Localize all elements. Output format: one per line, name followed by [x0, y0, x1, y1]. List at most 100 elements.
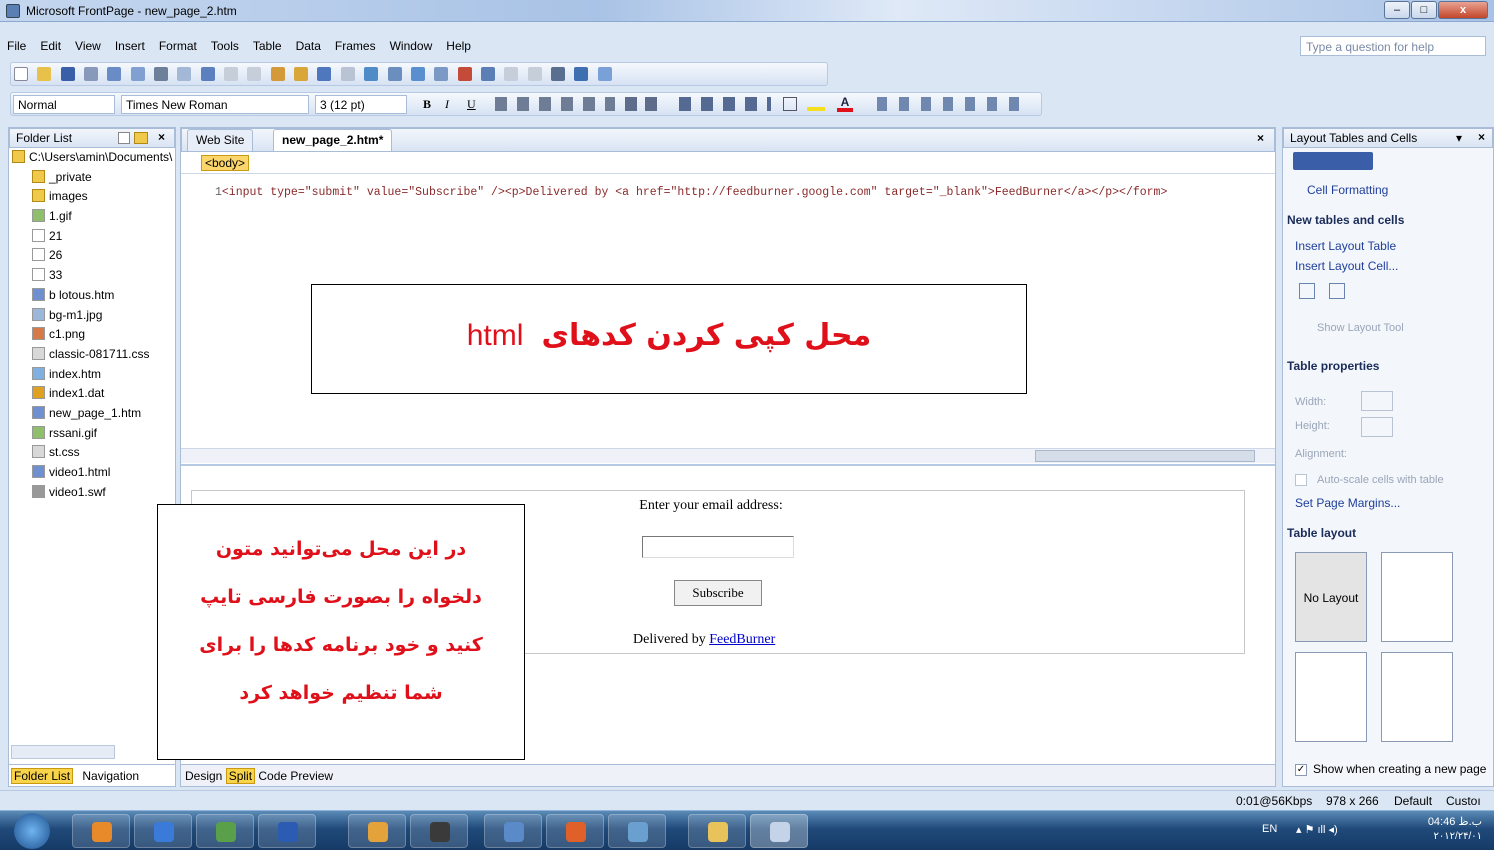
- menu-tools[interactable]: Tools: [204, 36, 246, 53]
- list-item[interactable]: video1.html: [12, 463, 175, 483]
- taskbar-app[interactable]: [72, 814, 130, 848]
- code-horizontal-scrollbar[interactable]: [181, 448, 1275, 463]
- layout-option[interactable]: [1381, 652, 1453, 742]
- refresh-icon[interactable]: [504, 67, 519, 81]
- minimize-button[interactable]: –: [1384, 1, 1410, 19]
- list-item[interactable]: index1.dat: [12, 384, 175, 404]
- redo-icon[interactable]: [340, 67, 355, 81]
- cell-formatting-link[interactable]: Cell Formatting: [1307, 183, 1388, 197]
- close-pane-icon[interactable]: ×: [158, 130, 165, 144]
- direction-icons[interactable]: [877, 97, 1027, 111]
- tab-code[interactable]: Code: [258, 769, 287, 783]
- taskbar-app[interactable]: [134, 814, 192, 848]
- paste-icon[interactable]: [270, 67, 285, 81]
- insert-layout-table-link[interactable]: Insert Layout Table: [1295, 239, 1396, 253]
- insert-picture-icon[interactable]: [434, 67, 449, 81]
- taskbar-app-frontpage[interactable]: [750, 814, 808, 848]
- toggle-pane-icon[interactable]: [130, 67, 145, 81]
- anchor-icon[interactable]: [574, 67, 589, 81]
- tab-web-site[interactable]: Web Site: [187, 129, 254, 151]
- layout-option[interactable]: [1381, 552, 1453, 642]
- cut-icon[interactable]: [224, 67, 239, 81]
- new-page-icon[interactable]: [118, 132, 130, 144]
- tab-navigation[interactable]: Navigation: [82, 769, 139, 783]
- draw-cell-icon[interactable]: [1329, 283, 1345, 299]
- help-icon[interactable]: [597, 67, 612, 81]
- tab-preview[interactable]: Preview: [290, 769, 333, 783]
- draw-table-icon[interactable]: [1299, 283, 1315, 299]
- subscribe-button[interactable]: Subscribe: [674, 580, 762, 606]
- open-icon[interactable]: [37, 67, 52, 81]
- undo-icon[interactable]: [317, 67, 332, 81]
- list-item[interactable]: images: [12, 187, 175, 207]
- taskbar-app[interactable]: [688, 814, 746, 848]
- underline-button[interactable]: U: [467, 97, 476, 112]
- print-icon[interactable]: [154, 67, 169, 81]
- help-search-input[interactable]: Type a question for help: [1300, 36, 1486, 56]
- list-item[interactable]: 33: [12, 266, 175, 286]
- list-item[interactable]: c1.png: [12, 325, 175, 345]
- alignment-icons[interactable]: [495, 97, 615, 111]
- no-layout-option[interactable]: No Layout: [1295, 552, 1367, 642]
- list-item[interactable]: 26: [12, 246, 175, 266]
- list-indent-icons[interactable]: [679, 97, 771, 111]
- taskbar-app[interactable]: [410, 814, 468, 848]
- format-painter-icon[interactable]: [294, 67, 309, 81]
- folder-list-scrollbar[interactable]: [11, 745, 115, 759]
- borders-icon[interactable]: [783, 97, 797, 111]
- set-page-margins-link[interactable]: Set Page Margins...: [1295, 496, 1400, 510]
- tab-design[interactable]: Design: [185, 769, 222, 783]
- font-dropdown[interactable]: Times New Roman: [121, 95, 309, 114]
- clock-time[interactable]: 04:46 ب.ظ: [1410, 815, 1482, 828]
- menu-view[interactable]: View: [68, 36, 108, 53]
- menu-data[interactable]: Data: [289, 36, 328, 53]
- clock-date[interactable]: ۲۰۱۲/۲۴/۰۱: [1410, 831, 1482, 842]
- tab-folder-list[interactable]: Folder List: [11, 768, 74, 784]
- code-view[interactable]: 1<input type="submit" value="Subscribe" …: [181, 180, 1275, 476]
- feedburner-link[interactable]: FeedBurner: [709, 632, 775, 647]
- autoscale-checkbox[interactable]: [1295, 474, 1307, 486]
- close-button[interactable]: x: [1438, 1, 1488, 19]
- menu-file[interactable]: File: [0, 36, 33, 53]
- height-input[interactable]: [1361, 417, 1393, 437]
- list-item[interactable]: video1.swf: [12, 483, 175, 503]
- layer-icon[interactable]: [410, 67, 425, 81]
- list-item[interactable]: _private: [12, 168, 175, 188]
- design-view[interactable]: Enter your email address: Subscribe Deli…: [157, 464, 1275, 760]
- menu-format[interactable]: Format: [152, 36, 204, 53]
- copy-icon[interactable]: [247, 67, 262, 81]
- language-indicator[interactable]: EN: [1262, 823, 1277, 835]
- list-item[interactable]: bg-m1.jpg: [12, 306, 175, 326]
- scroll-thumb[interactable]: [1035, 450, 1255, 462]
- show-new-page-checkbox[interactable]: ✓: [1295, 764, 1307, 776]
- spelling-icon[interactable]: [200, 67, 215, 81]
- new-page-icon[interactable]: [14, 67, 28, 81]
- layout-option[interactable]: [1295, 652, 1367, 742]
- taskbar-app[interactable]: [546, 814, 604, 848]
- email-input[interactable]: [642, 536, 794, 558]
- dropdown-icon[interactable]: ▾: [1456, 131, 1462, 145]
- list-item[interactable]: 21: [12, 227, 175, 247]
- highlight-icon[interactable]: [807, 97, 825, 111]
- search-icon[interactable]: [84, 67, 99, 81]
- insert-table-icon[interactable]: [387, 67, 402, 81]
- list-item[interactable]: new_page_1.htm: [12, 404, 175, 424]
- save-icon[interactable]: [60, 67, 75, 81]
- list-item[interactable]: classic-081711.css: [12, 345, 175, 365]
- hyperlink-icon[interactable]: [480, 67, 495, 81]
- tree-root[interactable]: C:\Users\amin\Documents\: [12, 148, 175, 168]
- menu-insert[interactable]: Insert: [108, 36, 152, 53]
- body-tag[interactable]: <body>: [201, 155, 250, 171]
- show-all-icon[interactable]: [550, 67, 565, 81]
- taskbar-app[interactable]: [196, 814, 254, 848]
- width-input[interactable]: [1361, 391, 1393, 411]
- taskbar-app[interactable]: [348, 814, 406, 848]
- italic-button[interactable]: I: [445, 97, 449, 112]
- menu-edit[interactable]: Edit: [33, 36, 68, 53]
- web-component-icon[interactable]: [364, 67, 379, 81]
- taskbar-app[interactable]: [484, 814, 542, 848]
- maximize-button[interactable]: □: [1411, 1, 1437, 19]
- drawing-icon[interactable]: [457, 67, 472, 81]
- list-item[interactable]: 1.gif: [12, 207, 175, 227]
- menu-frames[interactable]: Frames: [328, 36, 383, 53]
